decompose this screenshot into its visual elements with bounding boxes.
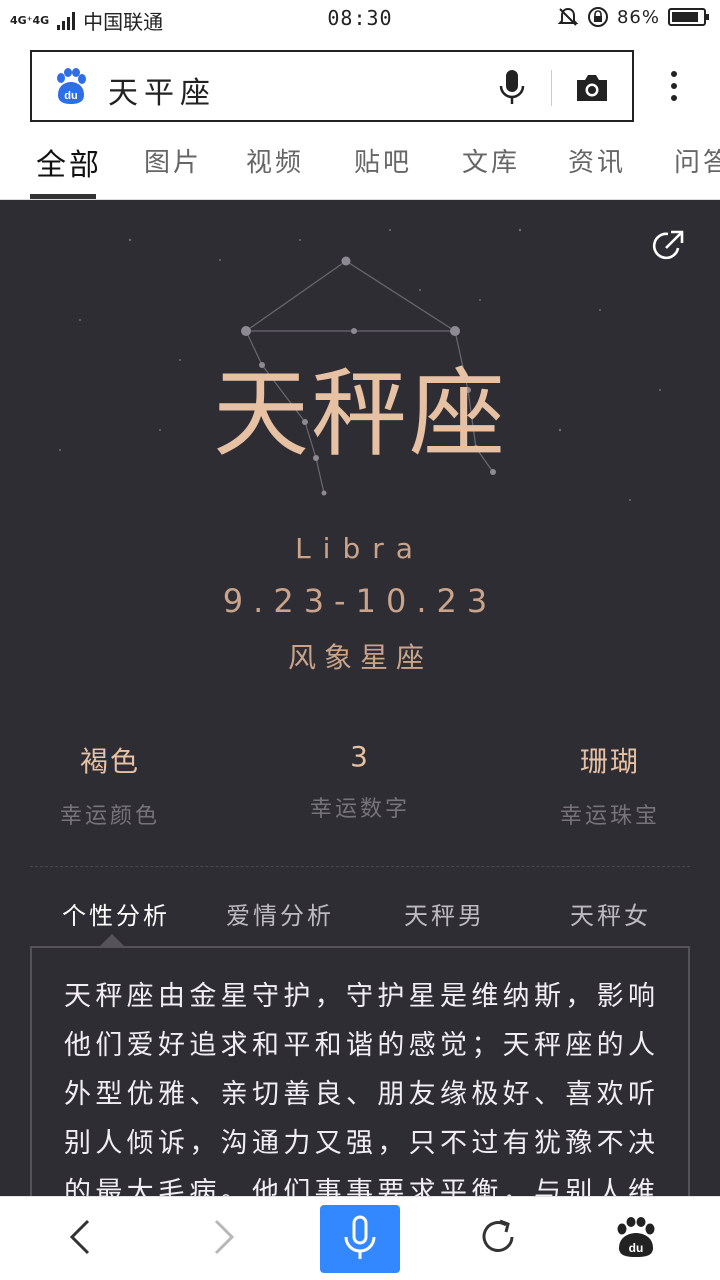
microphone-icon[interactable] <box>496 68 528 108</box>
tab-images[interactable]: 图片 <box>144 142 202 179</box>
camera-icon[interactable] <box>574 70 610 106</box>
lucky-jewel-value: 珊瑚 <box>579 745 640 778</box>
battery-icon <box>668 8 709 26</box>
lucky-jewel-stat: 珊瑚 幸运珠宝 <box>510 740 710 830</box>
section-divider <box>30 866 690 867</box>
status-right: 86% <box>557 6 709 28</box>
back-arrow-icon[interactable] <box>60 1215 104 1259</box>
subtab-love[interactable]: 爱情分析 <box>226 896 334 931</box>
lucky-number-value: 3 <box>350 740 370 773</box>
tab-all[interactable]: 全部 <box>36 140 102 184</box>
bell-muted-icon <box>557 7 579 26</box>
baidu-home-icon[interactable]: du <box>614 1215 658 1259</box>
tab-tieba[interactable]: 贴吧 <box>354 142 412 179</box>
zodiac-title: 天秤座 <box>213 358 507 470</box>
more-options-icon[interactable] <box>662 68 686 104</box>
battery-percent: 86% <box>616 6 660 28</box>
svg-text:du: du <box>629 1241 644 1255</box>
svg-text:du: du <box>64 90 77 102</box>
forward-arrow-icon[interactable] <box>200 1215 244 1259</box>
tab-news[interactable]: 资讯 <box>568 142 626 179</box>
share-icon[interactable] <box>650 228 686 264</box>
lucky-jewel-label: 幸运珠宝 <box>559 804 660 829</box>
search-tabs: 全部 图片 视频 贴吧 文库 资讯 问答 <box>0 130 720 200</box>
lucky-color-stat: 褐色 幸运颜色 <box>10 740 210 830</box>
analysis-text: 天秤座由金星守护，守护星是维纳斯，影响他们爱好追求和平和谐的感觉；天秤座的人外型… <box>64 981 658 1200</box>
subtab-libra-male[interactable]: 天秤男 <box>404 896 485 931</box>
rotation-lock-icon <box>587 7 608 27</box>
subtab-libra-female[interactable]: 天秤女 <box>570 896 651 931</box>
lucky-number-label: 幸运数字 <box>309 797 410 822</box>
search-box[interactable]: du 天平座 <box>30 50 634 122</box>
microphone-icon <box>344 1215 376 1259</box>
refresh-icon[interactable] <box>476 1215 520 1259</box>
bottom-toolbar: du <box>0 1196 720 1280</box>
lucky-number-stat: 3 幸运数字 <box>260 740 460 823</box>
active-subtab-pointer <box>100 934 124 946</box>
tab-videos[interactable]: 视频 <box>246 142 304 179</box>
active-tab-indicator <box>30 194 96 199</box>
lucky-color-label: 幸运颜色 <box>59 804 160 829</box>
search-divider <box>551 70 552 106</box>
lucky-color-value: 褐色 <box>79 745 140 778</box>
voice-search-button[interactable] <box>320 1205 400 1273</box>
baidu-paw-icon: du <box>57 68 86 104</box>
tab-qa[interactable]: 问答 <box>674 142 720 179</box>
tab-wenku[interactable]: 文库 <box>462 142 520 179</box>
analysis-content-box: 天秤座由金星守护，守护星是维纳斯，影响他们爱好追求和平和谐的感觉；天秤座的人外型… <box>30 946 690 1200</box>
zodiac-element: 风象星座 <box>287 641 432 674</box>
battery-fill <box>672 12 698 22</box>
zodiac-date-range: 9.23-10.23 <box>222 582 498 620</box>
status-bar: 4G⁺4G 中国联通 08:30 86% <box>0 0 720 36</box>
search-input[interactable]: 天平座 <box>108 68 216 112</box>
subtab-personality[interactable]: 个性分析 <box>62 896 170 931</box>
zodiac-english-name: Libra <box>295 532 425 565</box>
horoscope-card: 天秤座 Libra 9.23-10.23 风象星座 褐色 幸运颜色 3 幸运数字… <box>0 200 720 1200</box>
